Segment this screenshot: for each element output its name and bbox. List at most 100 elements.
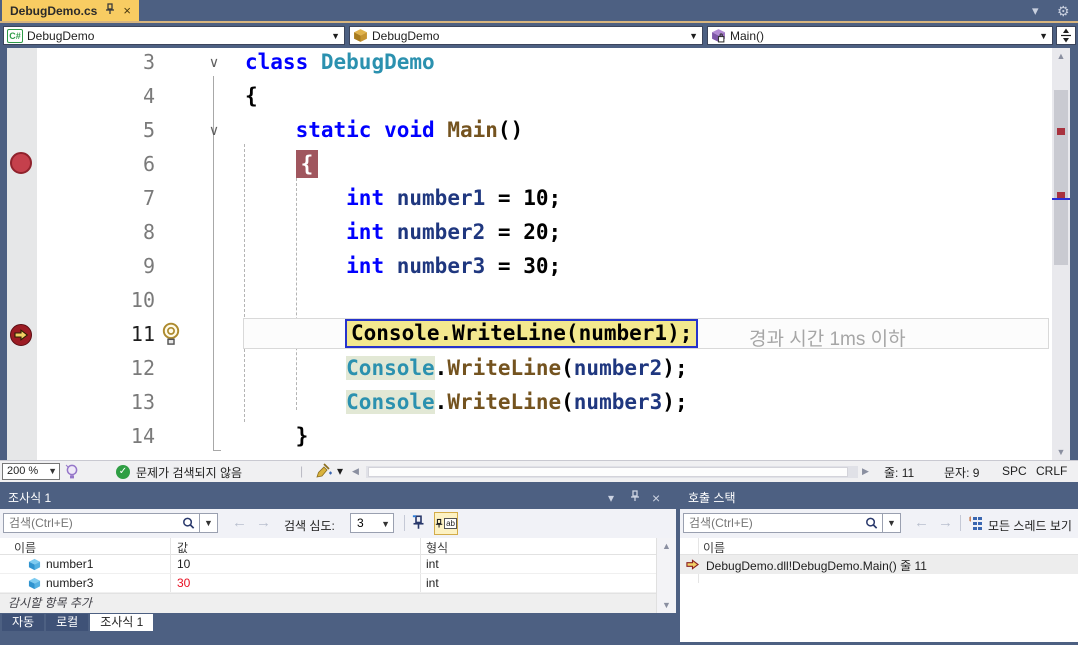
callstack-search[interactable]: [683, 513, 883, 533]
watch-scrollbar[interactable]: ▲ ▼: [656, 538, 676, 613]
scrollbar-thumb[interactable]: [1054, 90, 1068, 265]
close-panel-icon[interactable]: ×: [652, 488, 660, 509]
zoom-dropdown[interactable]: 200 % ▼: [2, 463, 60, 480]
watch-row[interactable]: number110int: [0, 555, 656, 574]
code-line[interactable]: {: [245, 79, 258, 113]
line-number: 14: [77, 419, 155, 453]
scroll-left-icon[interactable]: ◀: [352, 466, 359, 477]
panel-tab[interactable]: 조사식 1: [90, 614, 153, 631]
space-mode-indicator[interactable]: SPC: [1002, 464, 1027, 478]
scroll-up-icon[interactable]: ▲: [657, 538, 676, 554]
back-arrow-icon[interactable]: ←: [914, 514, 929, 531]
document-tab[interactable]: DebugDemo.cs ×: [2, 0, 139, 21]
search-icon[interactable]: [864, 516, 879, 536]
search-depth-dropdown[interactable]: 3 ▼: [350, 513, 394, 533]
eol-mode-indicator[interactable]: CRLF: [1036, 464, 1067, 478]
project-dropdown-value: DebugDemo: [27, 29, 94, 43]
member-dropdown[interactable]: Main() ▼: [707, 26, 1053, 45]
editor-status-bar: 200 % ▼ ✓ 문제가 검색되지 않음 | ▾ ◀ ▶ 줄: 11 문자: …: [0, 460, 1078, 482]
watch-panel: 조사식 1 ▾ × ▼ ← → 검색 심도: 3 ▼: [0, 488, 676, 613]
search-options-dropdown[interactable]: ▼: [883, 513, 901, 533]
code-editor[interactable]: Console.WriteLine(number1); 경과 시간 1ms 이하…: [7, 48, 1052, 460]
chevron-down-icon: ▼: [48, 464, 57, 479]
scroll-right-icon[interactable]: ▶: [862, 466, 869, 477]
add-watch-row[interactable]: 감시할 항목 추가: [0, 593, 656, 613]
column-header-name[interactable]: 이름: [14, 539, 36, 556]
search-icon[interactable]: [181, 516, 196, 536]
code-line[interactable]: int number3 = 30;: [245, 249, 561, 283]
watch-name[interactable]: number3: [46, 576, 93, 590]
code-line[interactable]: Console.WriteLine(number2);: [245, 351, 688, 385]
all-threads-label[interactable]: 모든 스레드 보기: [988, 517, 1072, 534]
split-window-button[interactable]: [1056, 26, 1076, 45]
line-indicator[interactable]: 줄: 11: [884, 464, 914, 481]
watch-value[interactable]: 10: [177, 557, 190, 571]
panel-tab[interactable]: 로컬: [46, 614, 88, 631]
chevron-down-icon[interactable]: ▾: [1032, 3, 1039, 19]
csharp-file-icon: C#: [7, 29, 23, 43]
inline-values-toggle[interactable]: ab: [434, 512, 458, 535]
scrollbar-thumb[interactable]: [368, 467, 848, 477]
code-line[interactable]: }: [245, 453, 258, 460]
scroll-down-icon[interactable]: ▼: [657, 597, 676, 613]
project-dropdown[interactable]: C# DebugDemo ▼: [3, 26, 345, 45]
current-statement[interactable]: Console.WriteLine(number1);: [345, 319, 698, 348]
perf-tip[interactable]: 경과 시간 1ms 이하: [749, 324, 906, 351]
search-depth-value: 3: [357, 516, 364, 530]
chevron-down-icon[interactable]: ▾: [608, 488, 614, 509]
editor-vertical-scrollbar[interactable]: ▲ ▼: [1052, 48, 1070, 460]
close-tab-icon[interactable]: ×: [123, 3, 131, 18]
code-line[interactable]: }: [245, 419, 308, 453]
column-indicator[interactable]: 문자: 9: [944, 464, 979, 481]
code-line[interactable]: int number2 = 20;: [245, 215, 561, 249]
back-arrow-icon[interactable]: ←: [232, 514, 247, 531]
breakpoint-scroll-mark[interactable]: [1057, 128, 1065, 135]
scroll-down-icon[interactable]: ▼: [1052, 444, 1070, 460]
line-number: 10: [77, 283, 155, 317]
code-line[interactable]: Console.WriteLine(number3);: [245, 385, 688, 419]
callstack-search-input[interactable]: [684, 514, 882, 532]
code-line[interactable]: class DebugDemo: [245, 48, 435, 79]
watch-search-input[interactable]: [4, 514, 199, 532]
code-cleanup-icon[interactable]: [314, 463, 333, 483]
pin-to-source-icon[interactable]: [412, 515, 425, 535]
pin-tab-icon[interactable]: [105, 3, 115, 18]
column-header-name[interactable]: 이름: [703, 539, 725, 556]
watch-search[interactable]: [3, 513, 200, 533]
breakpoint-gutter[interactable]: [7, 48, 37, 460]
editor-horizontal-scrollbar[interactable]: [366, 466, 858, 478]
lightbulb-icon[interactable]: [159, 321, 183, 353]
type-dropdown[interactable]: DebugDemo ▼: [349, 26, 703, 45]
current-statement-arrow-icon[interactable]: [10, 324, 32, 346]
debug-panel-tabs: 자동로컬조사식 1: [2, 614, 153, 631]
all-threads-icon[interactable]: [968, 516, 983, 536]
breakpoint-icon[interactable]: [10, 152, 32, 174]
forward-arrow-icon[interactable]: →: [256, 514, 271, 531]
line-number: 7: [77, 181, 155, 215]
chevron-down-icon[interactable]: ▾: [337, 464, 343, 478]
search-options-dropdown[interactable]: ▼: [200, 513, 218, 533]
watch-value[interactable]: 30: [177, 576, 190, 590]
scroll-up-icon[interactable]: ▲: [1052, 48, 1070, 64]
caret-position-mark[interactable]: [1052, 198, 1070, 200]
fold-chevron-icon[interactable]: ∨: [203, 48, 225, 79]
pin-panel-icon[interactable]: [630, 488, 640, 509]
forward-arrow-icon[interactable]: →: [938, 514, 953, 531]
watch-row[interactable]: number330int: [0, 574, 656, 593]
health-status-text[interactable]: 문제가 검색되지 않음: [136, 464, 242, 481]
gear-icon[interactable]: ⚙: [1057, 3, 1070, 20]
code-line[interactable]: static void Main(): [245, 113, 523, 147]
frame-label: DebugDemo.dll!DebugDemo.Main() 줄 11: [706, 557, 927, 574]
callstack-panel-title: 호출 스택: [680, 488, 1078, 509]
panel-tab[interactable]: 자동: [2, 614, 44, 631]
quick-actions-icon[interactable]: [64, 463, 80, 483]
column-header-value[interactable]: 값: [177, 539, 188, 556]
code-line[interactable]: int number1 = 10;: [245, 181, 561, 215]
code-line[interactable]: {: [245, 147, 318, 181]
zoom-value: 200 %: [7, 465, 38, 477]
watch-name[interactable]: number1: [46, 557, 93, 571]
fold-chevron-icon[interactable]: ∨: [203, 113, 225, 147]
navigation-bar: C# DebugDemo ▼ DebugDemo ▼ Main() ▼: [0, 25, 1078, 48]
callstack-frame[interactable]: DebugDemo.dll!DebugDemo.Main() 줄 11: [680, 555, 1078, 574]
column-header-type[interactable]: 형식: [426, 539, 448, 556]
